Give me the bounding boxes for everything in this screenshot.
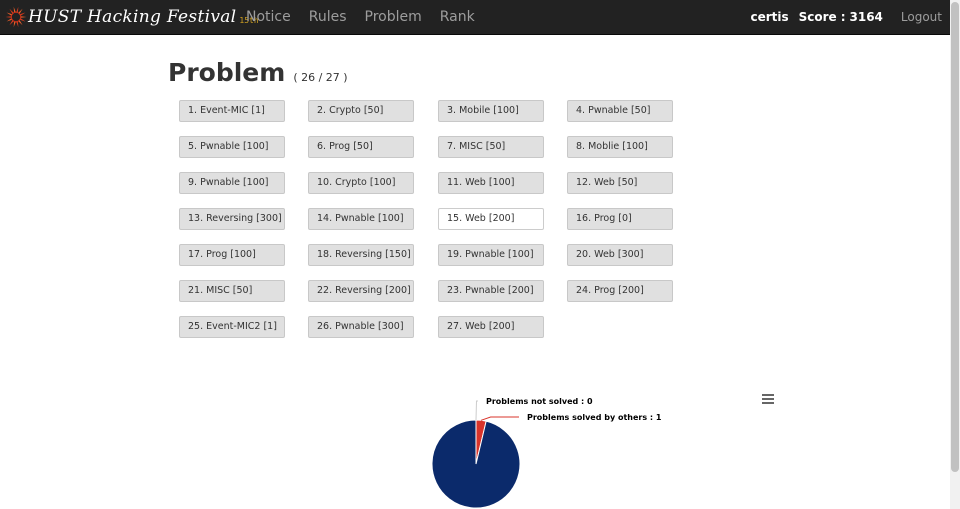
pie-label-connector [480,416,519,421]
pie-slice[interactable] [431,419,521,509]
pie-label-connector [475,400,478,421]
pie-data-label: Problems solved by others : 1 [527,413,662,422]
pie-data-label: Problems not solved : 0 [486,397,593,406]
chart-menu-icon[interactable] [762,394,774,406]
solve-pie-chart: Problems not solved : 0 Problems solved b… [431,397,662,509]
